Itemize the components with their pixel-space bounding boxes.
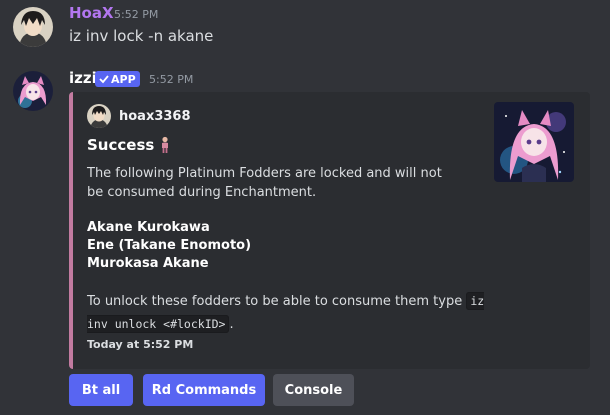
rd-commands-button[interactable]: Rd Commands <box>143 374 265 406</box>
embed-thumbnail[interactable] <box>494 102 574 182</box>
embed-title-text: Success <box>87 136 155 154</box>
author-avatar <box>87 104 111 128</box>
anime-boy-avatar-icon <box>13 7 53 47</box>
embed-title: Success <box>87 136 170 154</box>
username-izzi[interactable]: izzi <box>69 69 97 87</box>
message-timestamp: 5:52 PM <box>149 73 194 86</box>
check-icon <box>99 75 109 84</box>
console-button[interactable]: Console <box>273 374 354 406</box>
bot-avatar-izzi[interactable] <box>13 71 53 111</box>
unlock-prefix: To unlock these fodders to be able to co… <box>87 294 463 309</box>
fodder-name: Ene (Takane Enomoto) <box>87 238 252 253</box>
bt-all-button[interactable]: Bt all <box>69 374 133 406</box>
user-avatar-hoax[interactable] <box>13 7 53 47</box>
embed-footer-timestamp: Today at 5:52 PM <box>87 338 194 351</box>
anime-catgirl-avatar-icon <box>13 71 53 111</box>
unlock-instructions: To unlock these fodders to be able to co… <box>87 290 497 336</box>
message-timestamp: 5:52 PM <box>114 8 159 21</box>
anime-catgirl-thumbnail-icon <box>494 102 574 182</box>
person-emoji-icon <box>162 136 169 153</box>
embed-author: hoax3368 <box>87 104 191 128</box>
embed-author-name[interactable]: hoax3368 <box>119 109 191 124</box>
username-hoax[interactable]: HoaX <box>69 4 114 22</box>
anime-boy-avatar-icon <box>87 104 111 128</box>
unlock-suffix: . <box>229 317 234 332</box>
app-badge-label: APP <box>111 72 136 86</box>
embed-description: The following Platinum Fodders are locke… <box>87 166 442 200</box>
message-text: iz inv lock -n akane <box>69 27 214 45</box>
app-badge: APP <box>95 71 140 87</box>
fodder-name: Murokasa Akane <box>87 256 209 271</box>
embed-card: hoax3368 Success The following Platinum … <box>69 92 590 369</box>
fodder-name: Akane Kurokawa <box>87 220 210 235</box>
